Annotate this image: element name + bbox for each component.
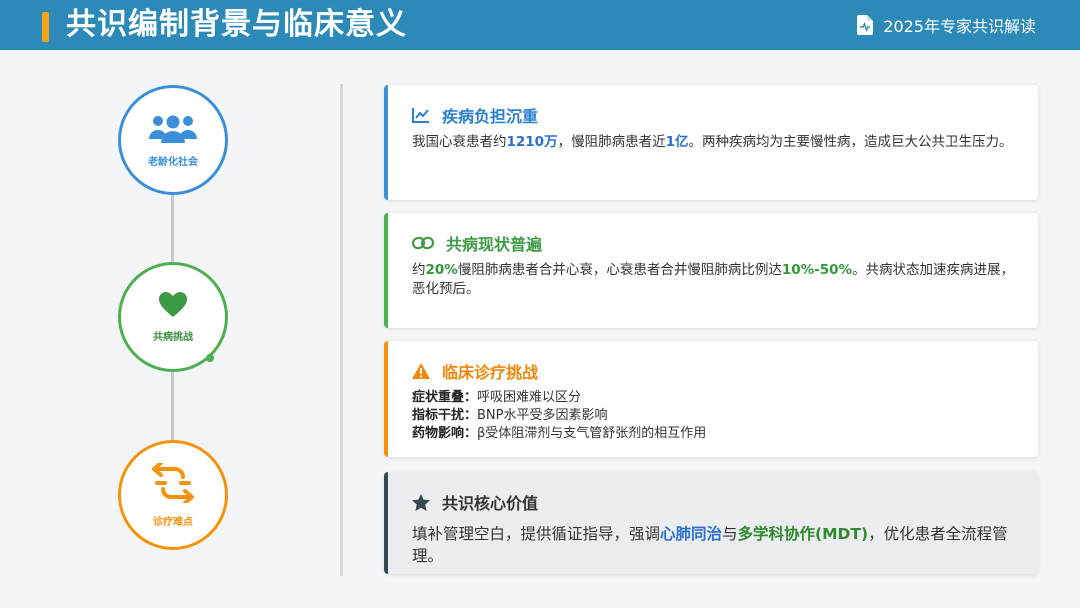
timeline-label: 诊疗难点 [153, 516, 193, 528]
users-icon [149, 115, 197, 143]
card-clinical-challenge: 临床诊疗挑战 症状重叠： 呼吸困难难以区分 指标干扰： BNP水平受多因素影响 药物… [384, 341, 1038, 457]
row-key: 症状重叠： [412, 390, 478, 405]
card-core-value: 共识核心价值 填补管理空白，提供循证指导，强调心肺同治与多学科协作(MDT)，优… [384, 472, 1038, 574]
header-bar: 共识编制背景与临床意义 2025年专家共识解读 [0, 0, 1080, 50]
timeline-node-difficulty: 诊疗难点 [118, 440, 228, 550]
header-subtitle: 2025年专家共识解读 [883, 17, 1036, 36]
body-text: 填补管理空白，提供循证指导，强调 [412, 525, 661, 543]
timeline-node-aging: 老龄化社会 [118, 85, 228, 195]
row-key: 药物影响： [412, 426, 478, 441]
warning-icon [412, 363, 430, 379]
timeline-marker-dot [206, 354, 214, 362]
challenge-row: 药物影响： β受体阻滞剂与支气管舒张剂的相互作用 [412, 425, 1022, 443]
card-title: 疾病负担沉重 [442, 107, 539, 126]
row-value: BNP水平受多因素影响 [477, 408, 608, 423]
card-title: 共病现状普遍 [446, 235, 543, 254]
card-header: 共识核心价值 [412, 490, 538, 514]
highlight-value: 20% [425, 262, 458, 278]
heart-icon [159, 291, 187, 317]
highlight-value: 心肺同治 [660, 525, 723, 543]
card-body: 填补管理空白，提供循证指导，强调心肺同治与多学科协作(MDT)，优化患者全流程管… [412, 523, 1022, 567]
highlight-value: 1210万 [506, 134, 558, 150]
link-icon [412, 236, 434, 250]
timeline-label: 老龄化社会 [148, 156, 198, 168]
row-value: β受体阻滞剂与支气管舒张剂的相互作用 [477, 426, 707, 441]
card-body: 约20%慢阻肺病患者合并心衰，心衰患者合并慢阻肺病比例达10%-50%。共病状态… [412, 261, 1022, 299]
body-text: 与 [722, 525, 738, 543]
challenge-row: 症状重叠： 呼吸困难难以区分 [412, 389, 1022, 407]
highlight-value: 多学科协作(MDT) [737, 525, 869, 543]
body-text: 约 [412, 262, 426, 278]
header-subtitle-group: 2025年专家共识解读 [857, 13, 1036, 37]
body-text: 慢阻肺病患者合并心衰，心衰患者合并慢阻肺病比例达 [457, 262, 782, 278]
card-title: 临床诊疗挑战 [442, 363, 539, 382]
highlight-value: 1亿 [665, 134, 689, 150]
star-icon [412, 493, 430, 511]
highlight-value: 10%-50% [781, 262, 853, 278]
timeline-label: 共病挑战 [153, 331, 193, 343]
page-title: 共识编制背景与临床意义 [66, 7, 407, 42]
document-icon [857, 15, 874, 35]
card-title: 共识核心价值 [442, 494, 539, 513]
card-disease-burden: 疾病负担沉重 我国心衰患者约1210万，慢阻肺病患者近1亿。两种疾病均为主要慢性… [384, 85, 1038, 200]
card-header: 疾病负担沉重 [412, 103, 538, 127]
title-accent-bar [42, 12, 49, 42]
shuffle-arrows-icon [152, 462, 194, 503]
card-body: 我国心衰患者约1210万，慢阻肺病患者近1亿。两种疾病均为主要慢性病，造成巨大公… [412, 133, 1022, 152]
body-text: ，慢阻肺病患者近 [557, 134, 666, 150]
card-header: 临床诊疗挑战 [412, 359, 538, 383]
line-chart-icon [412, 108, 429, 123]
body-text: 我国心衰患者约 [412, 134, 507, 150]
body-text: 。两种疾病均为主要慢性病，造成巨大公共卫生压力。 [688, 134, 1013, 150]
vertical-divider [340, 84, 343, 576]
card-header: 共病现状普遍 [412, 231, 542, 255]
row-key: 指标干扰： [412, 408, 478, 423]
row-value: 呼吸困难难以区分 [477, 390, 582, 405]
card-body: 症状重叠： 呼吸困难难以区分 指标干扰： BNP水平受多因素影响 药物影响： β受体阻… [412, 389, 1022, 443]
card-comorbidity: 共病现状普遍 约20%慢阻肺病患者合并心衰，心衰患者合并慢阻肺病比例达10%-5… [384, 213, 1038, 328]
challenge-row: 指标干扰： BNP水平受多因素影响 [412, 407, 1022, 425]
